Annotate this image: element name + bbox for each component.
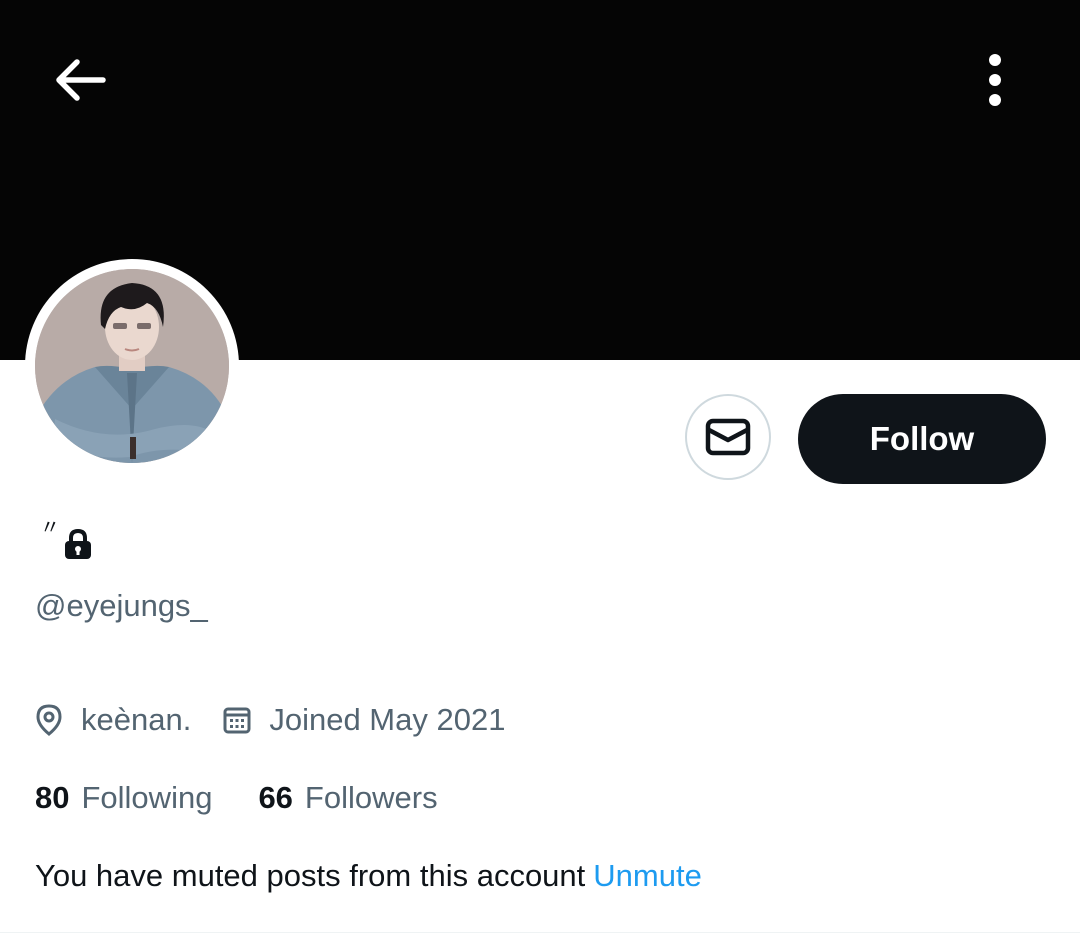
- following-link[interactable]: 80 Following: [35, 780, 212, 816]
- follow-button[interactable]: Follow: [798, 394, 1046, 484]
- avatar[interactable]: [35, 269, 229, 463]
- more-options-button[interactable]: [970, 48, 1020, 112]
- follow-label: Follow: [869, 420, 975, 457]
- followers-label: Followers: [304, 780, 438, 815]
- lock-icon: [65, 528, 91, 559]
- back-button[interactable]: [50, 52, 110, 108]
- followers-count: 66: [258, 780, 293, 815]
- profile-meta: keènan. Joined May 2021: [35, 700, 505, 740]
- more-vertical-icon: [989, 54, 1001, 106]
- location: keènan.: [35, 702, 191, 738]
- divider: [0, 932, 1080, 933]
- avatar-frame: [25, 259, 239, 473]
- unmute-link[interactable]: Unmute: [593, 858, 702, 893]
- join-date-text: Joined May 2021: [269, 702, 506, 737]
- location-pin-icon: [36, 704, 62, 736]
- mail-icon: [705, 418, 751, 456]
- following-label: Following: [81, 780, 213, 815]
- avatar-photo: [35, 269, 229, 463]
- muted-notice: You have muted posts from this account Un…: [35, 858, 702, 894]
- follow-stats: 80 Following 66 Followers: [35, 778, 438, 818]
- arrow-left-icon: [56, 59, 106, 101]
- join-date: Joined May 2021: [223, 702, 505, 738]
- location-text: keènan.: [81, 702, 192, 737]
- user-handle: @eyejungs_: [35, 588, 208, 623]
- message-button[interactable]: [685, 394, 771, 480]
- calendar-icon: [223, 707, 251, 734]
- followers-link[interactable]: 66 Followers: [258, 780, 437, 816]
- following-count: 80: [35, 780, 70, 815]
- display-name: 〃: [40, 518, 94, 562]
- display-name-text: 〃: [40, 517, 60, 539]
- muted-notice-text: You have muted posts from this account: [35, 858, 586, 893]
